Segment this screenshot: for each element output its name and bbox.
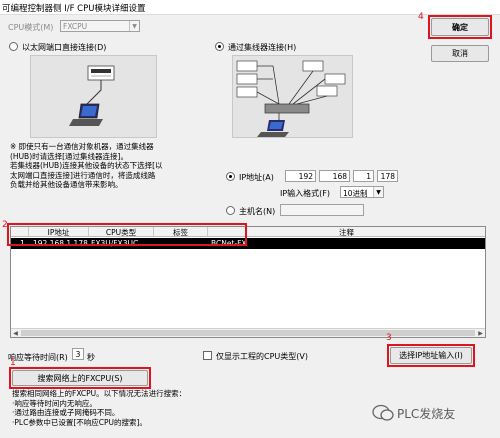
search-notes: 搜索相同网络上的FXCPU。以下情况无法进行搜索： ·响应等待时间内无响应。 ·… — [12, 389, 186, 427]
response-wait-input[interactable]: 3 — [72, 348, 84, 360]
wechat-logo-svg — [372, 404, 394, 421]
direct-connect-radio[interactable] — [9, 42, 18, 51]
note-line: 负载并给其他设备通信带来影响。 — [10, 180, 123, 189]
ip-octet-3[interactable]: 1 — [353, 170, 374, 182]
annotation-number-3: 3 — [386, 333, 392, 343]
cpu-mode-value: FXCPU — [63, 22, 88, 31]
only-project-cpu-checkbox[interactable] — [203, 351, 212, 360]
ip-address-radio[interactable] — [226, 172, 235, 181]
search-note-line: ·通过路由连接或子网掩码不同。 — [12, 408, 120, 417]
annotation-box-3 — [387, 344, 475, 367]
ip-address-label: IP地址(A) — [239, 173, 274, 182]
ip-format-value: 10进制 — [343, 189, 368, 198]
scroll-right-icon[interactable]: ▶ — [476, 329, 485, 338]
note-line: ※ 即使只有一台通信对象机器，通过集线器 — [10, 142, 154, 151]
annotation-number-4: 4 — [418, 12, 424, 22]
chevron-down-icon: ▼ — [129, 21, 139, 31]
ip-octet-1[interactable]: 192 — [285, 170, 316, 182]
hub-connect-label: 通过集线器连接(H) — [228, 43, 297, 52]
title-bar: 可编程控制器侧 I/F CPU模块详细设置 — [0, 0, 500, 15]
annotation-box-2 — [7, 223, 247, 246]
note-line: (HUB)时请选择[通过集线器连接]。 — [10, 151, 128, 161]
column-header: 注释 — [339, 228, 354, 237]
host-name-input[interactable] — [280, 204, 364, 216]
direct-connection-diagram — [30, 55, 157, 138]
note-line: 太网端口直接连接]进行通信时，将造成线路 — [10, 170, 156, 180]
window-title: 可编程控制器侧 I/F CPU模块详细设置 — [2, 4, 146, 14]
annotation-box-1 — [9, 367, 151, 389]
scrollbar-thumb[interactable] — [21, 330, 475, 336]
annotation-number-1: 1 — [10, 358, 16, 368]
connection-note: ※ 即使只有一台通信对象机器，通过集线器 (HUB)时请选择[通过集线器连接]。… — [10, 142, 163, 190]
ip-format-label: IP输入格式(F) — [280, 189, 331, 198]
search-note-line: ·响应等待时间内无响应。 — [12, 398, 97, 408]
direct-connection-illustration — [69, 65, 115, 126]
cpu-mode-select: FXCPU ▼ — [60, 20, 140, 32]
cpu-mode-label: CPU模式(M) — [8, 23, 54, 32]
watermark-text: PLC发烧友 — [397, 407, 456, 421]
note-line: 若集线器(HUB)连接其他设备的状态下选择[以 — [10, 161, 163, 170]
dialog-window: 可编程控制器侧 I/F CPU模块详细设置 CPU模式(M) FXCPU ▼ 确… — [0, 0, 500, 438]
chevron-down-icon: ▼ — [373, 187, 383, 197]
annotation-box-4 — [428, 15, 492, 39]
search-note-line: ·PLC参数中已设置[不响应CPU的搜索]。 — [12, 417, 147, 427]
hub-connect-radio[interactable] — [215, 42, 224, 51]
response-wait-unit: 秒 — [87, 353, 95, 362]
host-name-radio[interactable] — [226, 206, 235, 215]
annotation-number-2: 2 — [2, 220, 8, 230]
response-wait-label: 响应等待时间(R) — [8, 353, 68, 362]
direct-connect-label: 以太网端口直接连接(D) — [22, 43, 107, 52]
wechat-logo-icon — [372, 404, 394, 422]
ip-octet-2[interactable]: 168 — [319, 170, 350, 182]
ip-octet-4[interactable]: 178 — [377, 170, 398, 182]
search-note-line: 搜索相同网络上的FXCPU。以下情况无法进行搜索： — [12, 389, 187, 398]
ip-format-select[interactable]: 10进制 ▼ — [340, 186, 384, 198]
host-name-label: 主机名(N) — [239, 207, 276, 216]
scroll-left-icon[interactable]: ◀ — [11, 329, 20, 338]
cancel-button[interactable]: 取消 — [431, 45, 489, 62]
hub-connection-illustration — [236, 60, 346, 137]
only-project-cpu-label: 仅显示工程的CPU类型(V) — [216, 352, 308, 361]
hub-connection-diagram — [232, 55, 353, 138]
horizontal-scrollbar[interactable]: ◀ ▶ — [11, 328, 485, 337]
